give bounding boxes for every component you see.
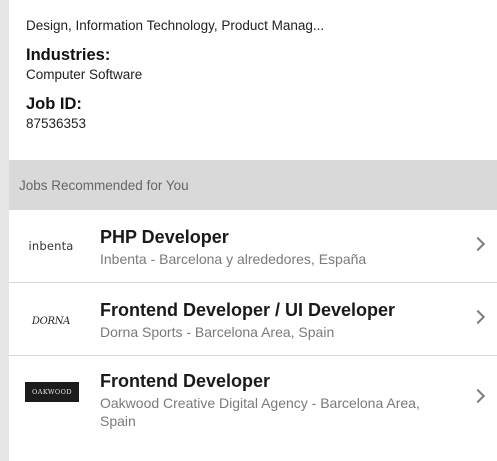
company-logo-text: DORNA — [31, 315, 71, 327]
job-title: Frontend Developer — [100, 371, 271, 391]
job-text: Frontend Developer / UI Developer Dorna … — [100, 299, 450, 341]
job-list-item[interactable]: DORNA Frontend Developer / UI Developer … — [9, 283, 497, 356]
job-text: PHP Developer Inbenta - Barcelona y alre… — [100, 226, 450, 268]
job-functions-value: Design, Information Technology, Product … — [26, 18, 325, 33]
job-list-item[interactable]: inbenta PHP Developer Inbenta - Barcelon… — [9, 210, 497, 283]
job-list-item[interactable]: OAKWOOD Frontend Developer Oakwood Creat… — [9, 356, 497, 441]
chevron-right-icon — [470, 236, 486, 252]
next-list-item-partial[interactable] — [9, 440, 497, 461]
recommended-jobs-header-label: Jobs Recommended for You — [19, 178, 189, 193]
job-title: PHP Developer — [100, 227, 229, 247]
company-logo-text: OAKWOOD — [32, 388, 72, 396]
chevron-right-icon — [470, 309, 486, 325]
job-details-fields: Design, Information Technology, Product … — [26, 17, 486, 133]
job-id-label: Job ID: — [26, 95, 82, 113]
recommended-jobs-header: Jobs Recommended for You — [9, 160, 497, 210]
job-details-card: Design, Information Technology, Product … — [9, 0, 497, 160]
job-company-location: Oakwood Creative Digital Agency - Barcel… — [100, 395, 420, 429]
company-logo-text: inbenta — [28, 239, 74, 253]
industries-value: Computer Software — [26, 67, 143, 82]
inbenta-logo: inbenta — [21, 232, 81, 260]
job-company-location: Dorna Sports - Barcelona Area, Spain — [100, 324, 335, 340]
recommended-jobs-list: inbenta PHP Developer Inbenta - Barcelon… — [9, 210, 497, 441]
job-text: Frontend Developer Oakwood Creative Digi… — [100, 370, 450, 430]
job-company-location: Inbenta - Barcelona y alrededores, Españ… — [100, 251, 367, 267]
dorna-logo: DORNA — [21, 307, 81, 335]
oakwood-logo: OAKWOOD — [25, 382, 79, 402]
job-title: Frontend Developer / UI Developer — [100, 300, 396, 320]
chevron-right-icon — [470, 388, 486, 404]
job-id-value: 87536353 — [26, 116, 87, 131]
industries-label: Industries: — [26, 46, 111, 64]
